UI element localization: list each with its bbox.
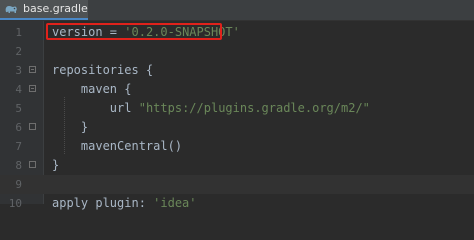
line-number: 3 — [15, 64, 22, 77]
current-code-line: 9 — [0, 175, 474, 194]
code-text: } — [52, 118, 88, 137]
line-number: 8 — [15, 159, 22, 172]
brace: { — [117, 82, 132, 96]
code-line: 3 repositories { — [0, 61, 474, 80]
brace: { — [138, 63, 154, 77]
named-argument: plugin: — [88, 196, 154, 210]
code-text: mavenCentral() — [52, 137, 182, 156]
code-text: } — [52, 156, 59, 175]
identifier: apply — [52, 196, 89, 210]
code-text: maven { — [52, 80, 132, 99]
fold-collapse-icon[interactable] — [29, 85, 36, 92]
tab-title: base.gradle — [23, 2, 88, 15]
string-literal: 'idea' — [153, 196, 197, 210]
fold-end-icon[interactable] — [29, 161, 36, 168]
brace: } — [80, 120, 89, 134]
brace: } — [52, 158, 60, 172]
line-number: 1 — [15, 26, 22, 39]
line-number: 10 — [8, 197, 22, 210]
code-line: 4 maven { — [0, 80, 474, 99]
code-text: apply plugin: 'idea' — [52, 194, 197, 213]
identifier: mavenCentral — [80, 139, 168, 153]
code-line: 5 url "https://plugins.gradle.org/m2/" — [0, 99, 474, 118]
code-line: 10 apply plugin: 'idea' — [0, 194, 474, 213]
line-number: 6 — [15, 121, 22, 134]
string-literal: "https://plugins.gradle.org/m2/" — [138, 101, 370, 115]
code-text: repositories { — [52, 61, 153, 80]
line-number: 2 — [15, 45, 22, 58]
code-line: 8 } — [0, 156, 474, 175]
tab-base-gradle[interactable]: base.gradle — [0, 0, 88, 20]
code-line: 6 } — [0, 118, 474, 137]
code-text: url "https://plugins.gradle.org/m2/" — [52, 99, 370, 118]
code-line: 7 mavenCentral() — [0, 137, 474, 156]
fold-end-icon[interactable] — [29, 123, 36, 130]
line-number: 4 — [15, 83, 22, 96]
line-number: 7 — [15, 140, 22, 153]
identifier: repositories — [52, 63, 139, 77]
editor-tab-bar: base.gradle — [0, 0, 474, 21]
red-annotation-box — [46, 23, 222, 40]
line-number: 5 — [15, 102, 22, 115]
identifier: maven — [80, 82, 118, 96]
code-editor[interactable]: 1 version = '0.2.0-SNAPSHOT' 2 3 reposit… — [0, 21, 474, 210]
code-line: 2 — [0, 42, 474, 61]
fold-collapse-icon[interactable] — [29, 66, 36, 73]
parens: () — [167, 139, 183, 153]
identifier: url — [109, 101, 132, 115]
line-number: 9 — [15, 178, 22, 191]
gradle-elephant-icon — [5, 6, 17, 13]
